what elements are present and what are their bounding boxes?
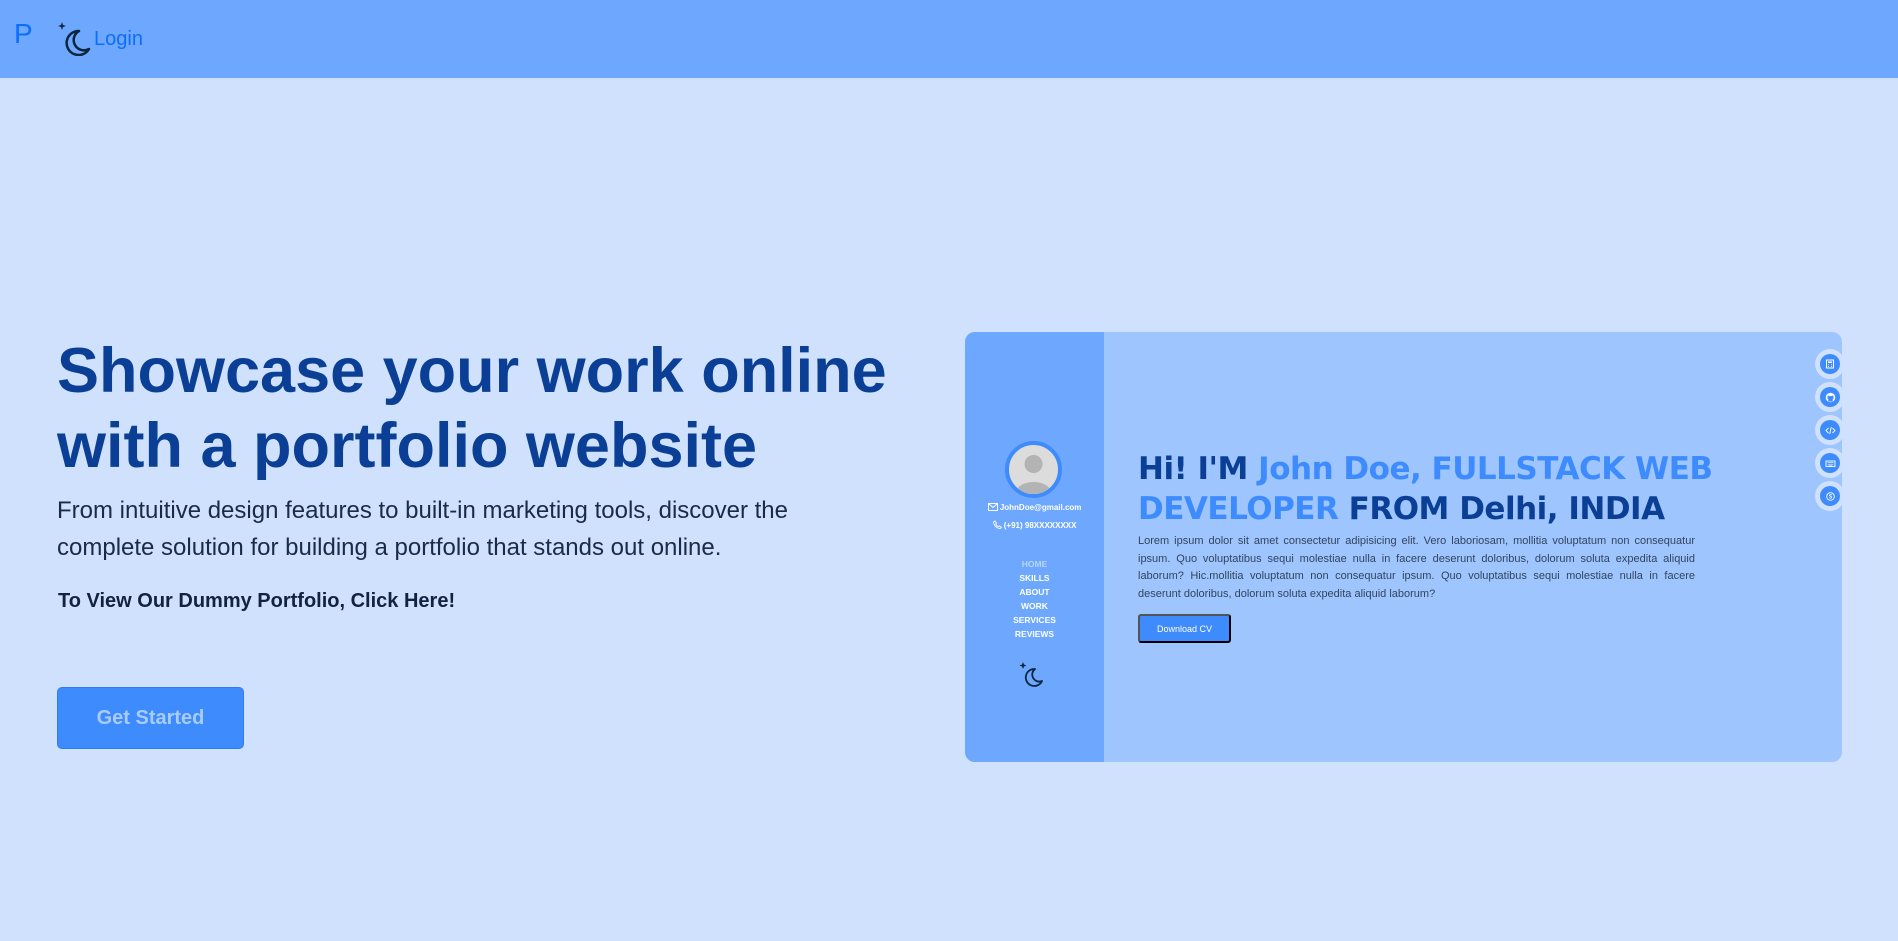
preview-nav-work[interactable]: WORK <box>965 599 1104 613</box>
skype-icon[interactable] <box>1815 481 1845 511</box>
preview-body-text: Lorem ipsum dolor sit amet consectetur a… <box>1138 535 1695 600</box>
preview-nav-home[interactable]: HOME <box>965 557 1104 571</box>
top-navbar: P Login <box>0 0 1898 78</box>
preview-heading-suffix: FROM Delhi, INDIA <box>1348 491 1665 527</box>
preview-nav: HOME SKILLS ABOUT WORK SERVICES REVIEWS <box>965 557 1104 641</box>
portfolio-preview[interactable]: JohnDoe@gmail.com (+91) 98XXXXXXXX HOME … <box>965 332 1842 762</box>
moon-icon[interactable] <box>56 20 94 57</box>
preview-email-text: JohnDoe@gmail.com <box>999 503 1082 512</box>
calculator-icon[interactable] <box>1815 349 1845 379</box>
hero-description: From intuitive design features to built-… <box>57 497 789 561</box>
preview-nav-reviews[interactable]: REVIEWS <box>965 627 1104 641</box>
preview-phone-text: (+91) 98XXXXXXXX <box>1003 521 1077 530</box>
preview-heading-prefix: Hi! I'M <box>1138 451 1248 487</box>
preview-nav-skills[interactable]: SKILLS <box>965 571 1104 585</box>
brand-logo[interactable]: P <box>14 20 33 48</box>
preview-nav-services[interactable]: SERVICES <box>965 613 1104 627</box>
preview-nav-about[interactable]: ABOUT <box>965 585 1104 599</box>
preview-sidebar: JohnDoe@gmail.com (+91) 98XXXXXXXX HOME … <box>965 332 1104 762</box>
github-icon[interactable] <box>1815 382 1845 412</box>
login-link[interactable]: Login <box>94 28 143 51</box>
preview-email: JohnDoe@gmail.com <box>965 503 1104 512</box>
preview-phone: (+91) 98XXXXXXXX <box>965 520 1104 530</box>
download-cv-button[interactable]: Download CV <box>1138 614 1231 643</box>
hero-title: Showcase your work online with a portfol… <box>57 336 887 481</box>
get-started-button[interactable]: Get Started <box>57 687 244 749</box>
preview-moon-icon[interactable] <box>1019 661 1045 687</box>
mail-icon <box>987 503 1000 512</box>
phone-icon <box>992 520 1004 530</box>
preview-heading: Hi! I'M John Doe, FULLSTACK WEB DEVELOPE… <box>1138 449 1738 529</box>
dummy-portfolio-link[interactable]: To View Our Dummy Portfolio, Click Here! <box>58 590 455 613</box>
code-icon[interactable] <box>1815 415 1845 445</box>
keyboard-icon[interactable] <box>1815 448 1845 478</box>
avatar <box>1005 441 1062 498</box>
